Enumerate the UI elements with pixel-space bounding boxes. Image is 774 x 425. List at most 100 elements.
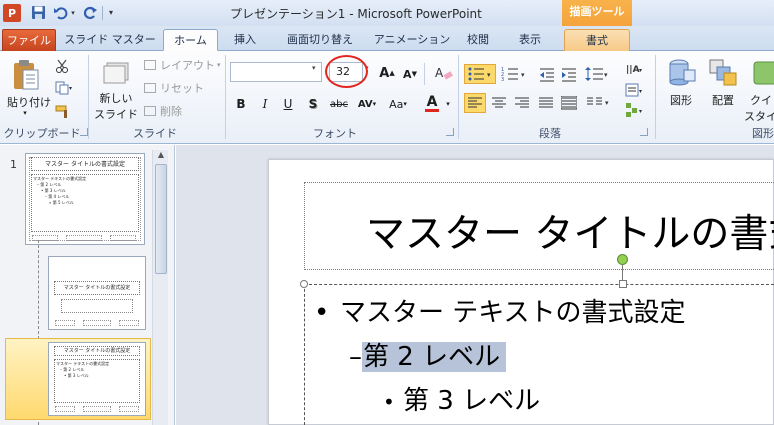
paste-label[interactable]: 貼り付け	[5, 95, 53, 109]
numbering-button[interactable]: 1 2 3 ▾	[499, 64, 529, 84]
align-text-button[interactable]: ▾	[624, 81, 646, 99]
shapes-button[interactable]	[664, 57, 700, 87]
level3-text[interactable]: • 第 3 レベル	[383, 380, 540, 417]
italic-button[interactable]: I	[258, 95, 272, 113]
font-name-combobox[interactable]	[230, 62, 322, 82]
copy-button[interactable]: ▾	[54, 80, 74, 96]
character-spacing-button[interactable]: AV ▾	[353, 95, 381, 113]
tab-transitions[interactable]: 画面切り替え	[274, 29, 366, 51]
svg-text:▾: ▾	[521, 71, 525, 79]
undo-icon	[53, 6, 67, 19]
level3-label: 第 3 レベル	[403, 386, 541, 416]
new-slide-label[interactable]: 新しい	[94, 91, 138, 105]
tab-animations[interactable]: アニメーション	[372, 29, 452, 51]
font-name-dropdown-icon[interactable]: ▾	[312, 64, 322, 72]
undo-dropdown-icon[interactable]: ▾	[69, 4, 77, 21]
text-direction-button[interactable]: ||A ▾	[624, 59, 646, 79]
arrange-icon	[709, 59, 737, 86]
smartart-button[interactable]: ▾	[624, 101, 646, 119]
scrollbar-thumb[interactable]	[155, 164, 167, 274]
line-spacing-button[interactable]: ▾	[584, 64, 612, 84]
level2-text[interactable]: –第 2 レベル	[349, 336, 507, 373]
tab-file[interactable]: ファイル	[2, 29, 56, 51]
slide-title-text[interactable]: マスター タイトルの書式設	[366, 203, 774, 259]
tab-slide-master[interactable]: スライド マスター	[62, 29, 158, 51]
undo-button[interactable]	[52, 4, 68, 21]
svg-text:▾: ▾	[487, 71, 491, 79]
resize-handle-top[interactable]	[619, 280, 627, 288]
app-icon-letter: P	[7, 6, 17, 20]
change-case-label: Aa	[389, 97, 404, 111]
shrink-font-button[interactable]: A ▼	[401, 65, 419, 83]
thumbnail-body-line: • 第 3 レベル	[64, 373, 89, 378]
scroll-up-icon[interactable]: ▲	[153, 150, 169, 163]
change-case-button[interactable]: Aa ▾	[383, 95, 413, 113]
thumbnail-body: マスター テキストの書式設定 – 第 2 レベル • 第 3 レベル	[54, 359, 140, 403]
quick-styles-button[interactable]	[750, 57, 774, 87]
resize-handle-top-left[interactable]	[300, 280, 308, 288]
delete-slide-button[interactable]: 削除	[144, 103, 204, 119]
tab-insert[interactable]: 挿入	[222, 29, 268, 51]
thumbnail-scrollbar[interactable]: ▲	[152, 150, 168, 425]
new-slide-label-2[interactable]: スライド	[92, 107, 140, 121]
redo-button[interactable]	[82, 4, 98, 21]
align-center-button[interactable]	[490, 93, 508, 113]
svg-text:A: A	[435, 66, 444, 80]
scissors-icon	[56, 59, 68, 73]
quick-styles-label-2[interactable]: スタイル	[744, 109, 774, 123]
save-button[interactable]	[30, 4, 46, 20]
paste-dropdown-icon[interactable]: ▾	[20, 109, 30, 117]
align-text-icon: ▾	[625, 83, 642, 97]
font-launcher-icon[interactable]	[446, 128, 454, 136]
text-shadow-button[interactable]: S	[306, 95, 320, 113]
distributed-button[interactable]	[560, 93, 578, 113]
level1-text[interactable]: • マスター テキストの書式設定	[314, 292, 686, 329]
underline-button[interactable]: U	[281, 95, 295, 113]
slides-group-label: スライド	[133, 127, 177, 140]
decrease-indent-button[interactable]	[538, 64, 556, 84]
grow-font-button[interactable]: A ▲	[378, 64, 396, 82]
quick-styles-label[interactable]: クイック	[750, 93, 774, 107]
paste-button[interactable]	[6, 57, 46, 95]
cut-button[interactable]	[54, 58, 70, 74]
shapes-label[interactable]: 図形	[664, 93, 698, 107]
increase-indent-button[interactable]	[560, 64, 578, 84]
font-color-button[interactable]: A	[422, 93, 442, 113]
rotation-handle[interactable]	[617, 254, 628, 265]
tab-home[interactable]: ホーム	[163, 29, 218, 51]
paste-icon	[14, 60, 39, 90]
svg-text:▾: ▾	[605, 99, 609, 107]
layout-label: レイアウト	[160, 59, 215, 72]
layout-thumbnail[interactable]: マスター タイトルの書式設定	[48, 256, 146, 330]
level2-selected-label: 第 2 レベル	[362, 342, 507, 372]
tab-format[interactable]: 書式	[564, 29, 630, 51]
clear-formatting-icon: A	[435, 66, 453, 80]
arrange-button[interactable]	[705, 57, 741, 87]
arrange-label[interactable]: 配置	[705, 93, 741, 107]
tab-review[interactable]: 校閲	[458, 29, 498, 51]
layout-button[interactable]: レイアウト ▾	[144, 57, 222, 73]
tab-view[interactable]: 表示	[506, 29, 554, 51]
paragraph-launcher-icon[interactable]	[640, 128, 648, 136]
align-right-button[interactable]	[513, 93, 531, 113]
bold-button[interactable]: B	[234, 95, 248, 113]
justify-button[interactable]	[537, 93, 555, 113]
columns-button[interactable]: ▾	[585, 93, 613, 113]
thumbnail-body-line: » 第 5 レベル	[49, 200, 74, 205]
layout-thumbnail-selected[interactable]: マスター タイトルの書式設定 マスター テキストの書式設定 – 第 2 レベル …	[48, 342, 146, 416]
clear-formatting-button[interactable]: A	[432, 63, 456, 83]
format-painter-button[interactable]	[54, 103, 70, 119]
customize-quick-access-icon[interactable]: ▾	[106, 4, 116, 21]
bullets-button[interactable]: ▾	[464, 64, 496, 84]
copy-icon: ▾	[55, 81, 72, 95]
thumbnail-title: マスター タイトルの書式設定	[54, 346, 140, 356]
reset-button[interactable]: リセット	[144, 80, 214, 96]
new-slide-button[interactable]	[100, 57, 132, 87]
powerpoint-app-icon[interactable]: P	[3, 4, 21, 22]
align-left-button[interactable]	[464, 93, 486, 113]
character-spacing-label: AV	[357, 98, 373, 110]
font-color-dropdown-icon[interactable]: ▾	[444, 97, 452, 111]
master-slide-thumbnail[interactable]: マスター タイトルの書式設定 マスター テキストの書式設定 – 第 2 レベル …	[25, 153, 145, 245]
clipboard-launcher-icon[interactable]	[80, 128, 88, 136]
strikethrough-button[interactable]: abc	[328, 95, 350, 113]
